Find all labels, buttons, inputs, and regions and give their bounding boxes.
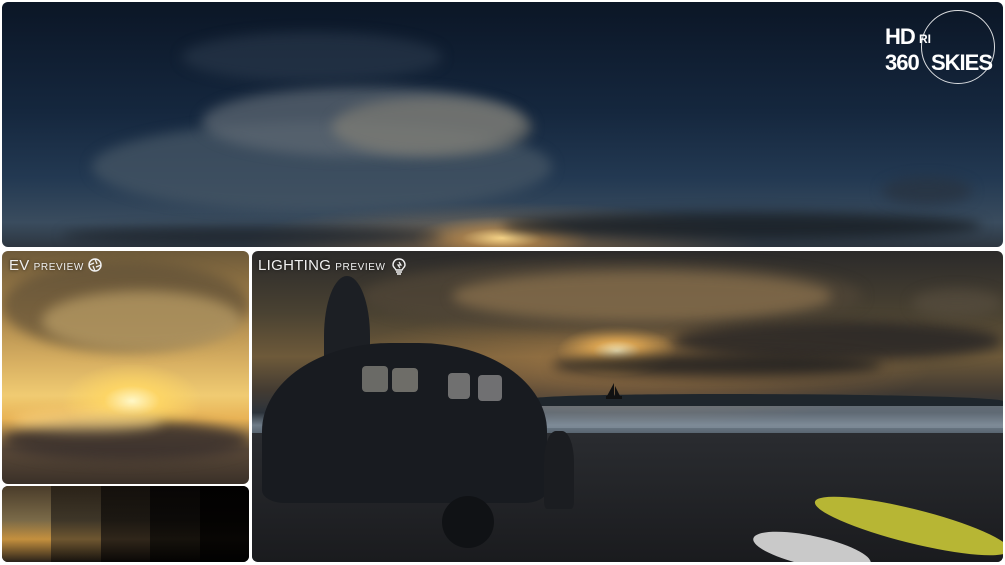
car-window [392, 368, 418, 392]
cloud [882, 177, 972, 205]
exposure-cell-5 [199, 486, 249, 562]
car-window [448, 373, 470, 399]
cloud [12, 411, 162, 431]
logo-ri: RI [919, 32, 931, 46]
ocean-wave [532, 394, 1003, 406]
cloud [42, 291, 242, 351]
car-window [478, 375, 502, 401]
cloud [182, 32, 442, 82]
car-window [362, 366, 388, 392]
person-silhouette [544, 431, 574, 509]
cloud [452, 271, 832, 321]
cloud [332, 97, 532, 157]
hdri-panorama: HD RI 360 SKIES [2, 2, 1003, 247]
ev-preview-label: EV PREVIEW [9, 257, 104, 274]
logo-360: 360 [885, 50, 920, 75]
cloud [502, 212, 982, 240]
lightbulb-icon [390, 257, 406, 275]
ev-subtitle: PREVIEW [33, 262, 84, 273]
ocean-foam [532, 406, 1003, 428]
logo-skies: SKIES [931, 50, 993, 75]
car-wheel [442, 496, 494, 548]
hdri-skies-logo: HD RI 360 SKIES [885, 10, 995, 86]
aperture-icon [88, 257, 104, 274]
cloud [552, 353, 882, 377]
ev-preview-panel: EV PREVIEW [2, 251, 249, 484]
cloud [62, 227, 442, 245]
ev-title: EV [9, 257, 30, 274]
exposure-cell-1 [2, 486, 52, 562]
exposure-cell-3 [100, 486, 151, 562]
lighting-subtitle: PREVIEW [335, 262, 386, 273]
exposure-cell-2 [51, 486, 101, 562]
cloud [912, 289, 1002, 317]
logo-hd: HD [885, 24, 916, 49]
lighting-preview-label: LIGHTING PREVIEW [258, 257, 406, 275]
lighting-title: LIGHTING [258, 257, 332, 274]
car-silhouette [262, 343, 547, 503]
lighting-preview-panel: LIGHTING PREVIEW [252, 251, 1003, 562]
exposure-strip [2, 486, 249, 562]
exposure-cell-4 [150, 486, 200, 562]
sailboat-icon [606, 383, 622, 399]
